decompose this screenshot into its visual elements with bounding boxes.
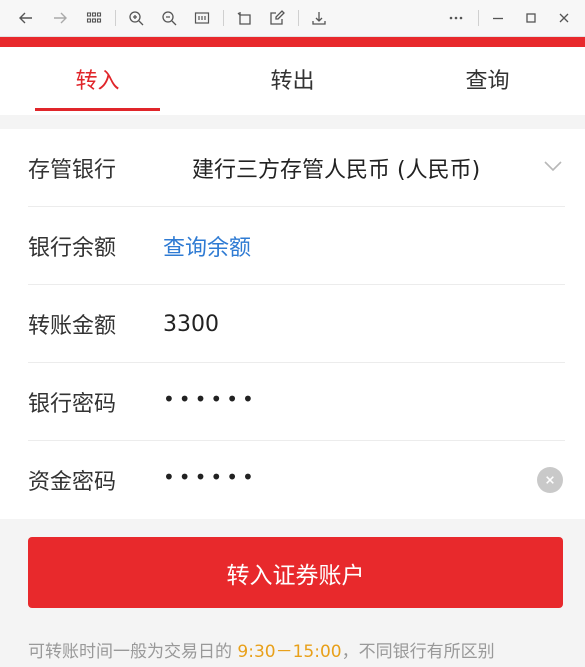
close-icon[interactable]	[552, 6, 576, 30]
forward-arrow-icon[interactable]	[48, 6, 72, 30]
note-time: 9:30－15:00	[237, 642, 342, 662]
reader-icon[interactable]	[190, 6, 214, 30]
transfer-tabs: 转入 转出 查询	[0, 47, 585, 115]
edit-icon[interactable]	[265, 6, 289, 30]
tab-query[interactable]: 查询	[390, 47, 585, 115]
zoom-out-icon[interactable]	[157, 6, 181, 30]
bank-password-row: 银行密码 ••••••	[0, 363, 585, 441]
balance-label: 银行余额	[28, 236, 117, 261]
fund-password-input[interactable]: ••••••	[163, 465, 258, 489]
query-balance-link[interactable]: 查询余额	[163, 230, 251, 262]
bank-password-input[interactable]: ••••••	[163, 387, 258, 411]
fund-password-label: 资金密码	[28, 470, 117, 495]
amount-label: 转账金额	[28, 314, 117, 339]
transfer-in-submit-button[interactable]: 转入证券账户	[28, 537, 563, 608]
maximize-icon[interactable]	[519, 6, 543, 30]
clear-icon[interactable]	[537, 467, 563, 493]
app-header-bar	[0, 37, 585, 47]
bank-password-label: 银行密码	[28, 392, 117, 417]
back-arrow-icon[interactable]	[14, 6, 38, 30]
chevron-down-icon[interactable]	[543, 159, 563, 173]
fund-password-row: 资金密码 ••••••	[0, 441, 585, 519]
minimize-icon[interactable]	[486, 6, 510, 30]
zoom-in-icon[interactable]	[124, 6, 148, 30]
amount-row: 转账金额 3300	[0, 285, 585, 363]
transfer-form: 存管银行 建行三方存管人民币 (人民币) 银行余额 查询余额 转账金额 3300…	[0, 129, 585, 519]
tab-transfer-in[interactable]: 转入	[0, 47, 195, 115]
transfer-time-note: 可转账时间一般为交易日的 9:30－15:00，不同银行有所区别	[28, 637, 585, 662]
bank-select-value[interactable]: 建行三方存管人民币 (人民币)	[192, 152, 480, 184]
tab-transfer-out[interactable]: 转出	[195, 47, 390, 115]
bank-select-row[interactable]: 存管银行 建行三方存管人民币 (人民币)	[0, 129, 585, 207]
grid-icon[interactable]	[82, 6, 106, 30]
amount-input[interactable]: 3300	[163, 312, 219, 337]
note-suffix: ，不同银行有所区别	[341, 642, 495, 662]
note-prefix: 可转账时间一般为交易日的	[28, 642, 238, 662]
rotate-icon[interactable]	[232, 6, 256, 30]
bank-label: 存管银行	[28, 158, 117, 183]
more-icon[interactable]	[444, 6, 468, 30]
download-icon[interactable]	[307, 6, 331, 30]
browser-toolbar	[0, 0, 585, 37]
balance-row: 银行余额 查询余额	[0, 207, 585, 285]
